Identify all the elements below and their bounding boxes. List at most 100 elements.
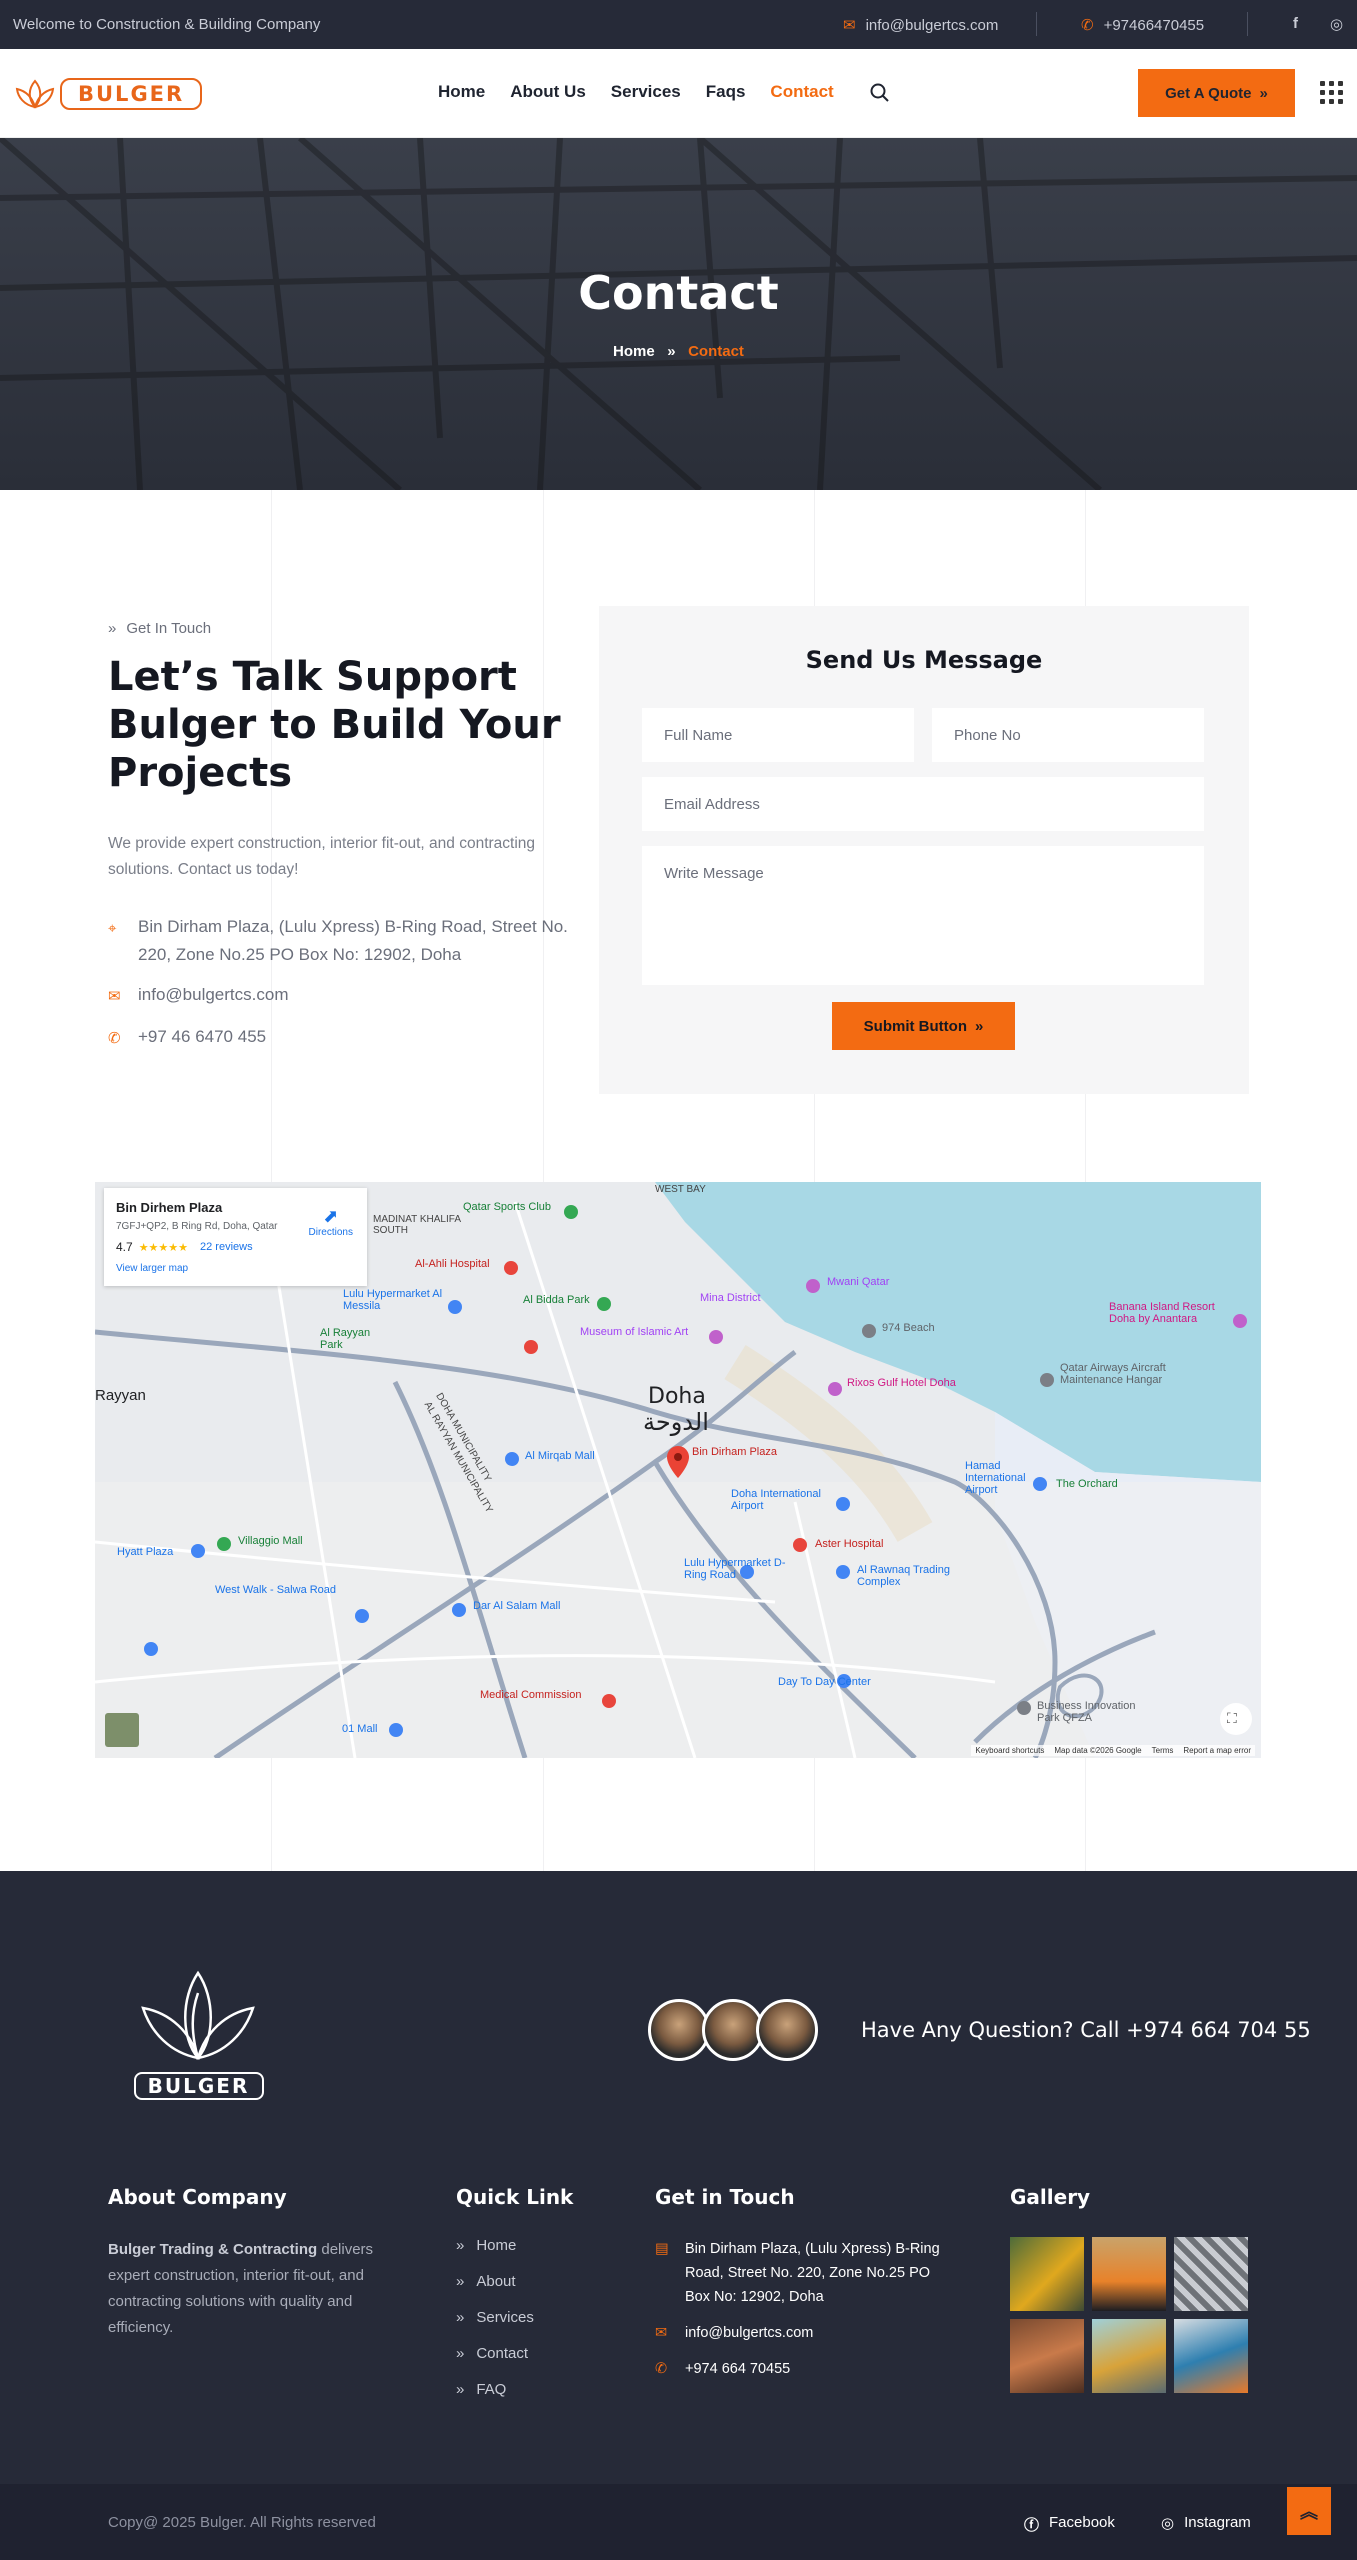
map-poi: Al Mirqab Mall (525, 1450, 595, 1462)
map-reviews-link[interactable]: 22 reviews (200, 1241, 253, 1253)
get-a-quote-button[interactable]: Get A Quote » (1138, 69, 1295, 117)
map-area-label: Rayyan (95, 1387, 146, 1404)
logo-wordmark: BULGER (60, 78, 203, 110)
footer-link-home[interactable]: » Home (456, 2237, 606, 2254)
breadcrumb-current: Contact (688, 343, 744, 360)
scroll-to-top-button[interactable]: ︽ (1287, 2487, 1331, 2535)
gallery-image[interactable] (1010, 2319, 1084, 2393)
bottom-bar: Copy@ 2025 Bulger. All Rights reserved ⓕ… (0, 2484, 1357, 2560)
avatar (702, 1999, 764, 2061)
topbar-email[interactable]: ✉ info@bulgertcs.com (843, 16, 999, 35)
nav-services[interactable]: Services (611, 82, 681, 102)
nav-menu: Home About Us Services Faqs Contact (438, 82, 834, 102)
footer-instagram-link[interactable]: ◎ Instagram (1161, 2514, 1251, 2532)
footer-about-company: Bulger Trading & Contracting (108, 2241, 318, 2258)
contact-email-text[interactable]: info@bulgertcs.com (138, 981, 289, 1011)
divider (1036, 12, 1037, 36)
instagram-icon[interactable]: ◎ (1330, 15, 1343, 33)
footer-email[interactable]: ✉ info@bulgertcs.com (655, 2321, 955, 2345)
gallery-image[interactable] (1092, 2319, 1166, 2393)
footer-email-text[interactable]: info@bulgertcs.com (685, 2321, 813, 2345)
map-poi: Al Rawnaq Trading Complex (857, 1564, 950, 1588)
copyright-text: Copy@ 2025 Bulger. All Rights reserved (108, 2514, 376, 2531)
topbar-phone-text[interactable]: +97466470455 (1104, 17, 1205, 34)
map-place-name: Bin Dirhem Plaza (116, 1200, 223, 1215)
footer-link-faq[interactable]: » FAQ (456, 2381, 606, 2398)
footer-logo[interactable]: BULGER (131, 1968, 266, 2108)
contact-email[interactable]: ✉ info@bulgertcs.com (108, 981, 578, 1011)
double-chevron-right-icon: » (108, 620, 117, 637)
footer-gallery-title: Gallery (1010, 2185, 1091, 2209)
footer-quick-links: Quick Link » Home » About » Services » Conta… (456, 2185, 606, 2417)
footer-logo-wordmark: BULGER (133, 2072, 264, 2100)
lotus-logo-icon (141, 1970, 255, 2060)
page-hero: Contact Home » Contact (0, 138, 1357, 490)
double-chevron-right-icon: » (658, 343, 684, 360)
footer-get-in-touch: Get in Touch ▤ Bin Dirham Plaza, (Lulu Xp… (655, 2185, 955, 2393)
map-poi: Day To Day Center (778, 1676, 871, 1688)
contact-phone-text[interactable]: +97 46 6470 455 (138, 1023, 266, 1053)
fullscreen-icon[interactable]: ⛶ (1227, 1710, 1237, 1727)
topbar-email-text[interactable]: info@bulgertcs.com (866, 17, 999, 34)
email-field[interactable]: Email Address (642, 777, 1204, 831)
footer-gallery: Gallery (1010, 2185, 1250, 2393)
footer-facebook-link[interactable]: ⓕ Facebook (1024, 2514, 1115, 2535)
gallery-image[interactable] (1174, 2237, 1248, 2311)
keyboard-shortcuts-link[interactable]: Keyboard shortcuts (975, 1746, 1044, 1755)
map-poi: Doha International Airport (731, 1488, 821, 1512)
footer-link-services[interactable]: » Services (456, 2309, 606, 2326)
search-icon[interactable] (869, 82, 891, 104)
phone-field[interactable]: Phone No (932, 708, 1204, 762)
message-field[interactable]: Write Message (642, 846, 1204, 985)
gallery-image[interactable] (1010, 2237, 1084, 2311)
footer-phone-text[interactable]: +974 664 70455 (685, 2357, 790, 2381)
double-chevron-right-icon: » (456, 2273, 465, 2290)
map-poi: West Walk - Salwa Road (215, 1584, 337, 1596)
google-map[interactable]: Bin Dirhem Plaza 7GFJ+QP2, B Ring Rd, Do… (95, 1182, 1261, 1758)
contact-phone[interactable]: ✆ +97 46 6470 455 (108, 1023, 578, 1053)
gallery-image[interactable] (1174, 2319, 1248, 2393)
map-poi: 01 Mall (342, 1723, 378, 1735)
footer-link-contact[interactable]: » Contact (456, 2345, 606, 2362)
map-city-arabic-label: الدوحة (643, 1408, 709, 1436)
map-poi: Villaggio Mall (238, 1535, 303, 1547)
lotus-logo-icon (15, 79, 55, 109)
page-title: Contact (578, 266, 779, 320)
map-pin-icon (667, 1446, 689, 1478)
full-name-field[interactable]: Full Name (642, 708, 914, 762)
view-larger-map-link[interactable]: View larger map (116, 1263, 355, 1274)
map-poi: Rixos Gulf Hotel Doha (847, 1377, 956, 1389)
footer-phone[interactable]: ✆ +974 664 70455 (655, 2357, 955, 2381)
topbar-phone[interactable]: ✆ +97466470455 (1081, 16, 1205, 35)
nav-about-us[interactable]: About Us (510, 82, 586, 102)
phone-placeholder: Phone No (954, 727, 1021, 744)
map-poi: Al Rayyan Park (320, 1327, 371, 1351)
logo[interactable]: BULGER (14, 77, 203, 111)
facebook-icon[interactable]: f (1293, 15, 1298, 32)
footer-touch-title: Get in Touch (655, 2185, 795, 2209)
grid-menu-icon[interactable] (1320, 81, 1344, 105)
map-area-label: WEST BAY (655, 1184, 706, 1195)
map-poi: Qatar Sports Club (463, 1201, 552, 1213)
footer-about-title: About Company (108, 2185, 287, 2209)
map-poi: Business Innovation Park QFZA (1037, 1700, 1136, 1724)
contact-info: » Get In Touch Let’s Talk Support Bulger… (108, 620, 578, 1053)
full-name-placeholder: Full Name (664, 727, 733, 744)
footer-link-about[interactable]: » About (456, 2273, 606, 2290)
breadcrumb-home[interactable]: Home (613, 343, 655, 360)
gallery-image[interactable] (1092, 2237, 1166, 2311)
map-rating: 4.7 ★★★★★ 22 reviews (116, 1240, 355, 1254)
nav-home[interactable]: Home (438, 82, 485, 102)
map-poi: Al-Ahli Hospital (415, 1258, 490, 1270)
welcome-text: Welcome to Construction & Building Compa… (13, 16, 321, 33)
quote-label: Get A Quote (1165, 84, 1252, 102)
report-error-link[interactable]: Report a map error (1183, 1746, 1251, 1755)
call-question: Have Any Question? Call +974 664 704 55 (861, 2018, 1311, 2042)
terms-link[interactable]: Terms (1152, 1746, 1174, 1755)
footer-about: About Company Bulger Trading & Contracti… (108, 2185, 388, 2341)
map-poi: Museum of Islamic Art (580, 1326, 689, 1338)
nav-faqs[interactable]: Faqs (706, 82, 746, 102)
directions-button[interactable]: ⬈ Directions (309, 1206, 353, 1238)
nav-contact[interactable]: Contact (770, 82, 833, 102)
submit-button[interactable]: Submit Button » (832, 1002, 1015, 1050)
